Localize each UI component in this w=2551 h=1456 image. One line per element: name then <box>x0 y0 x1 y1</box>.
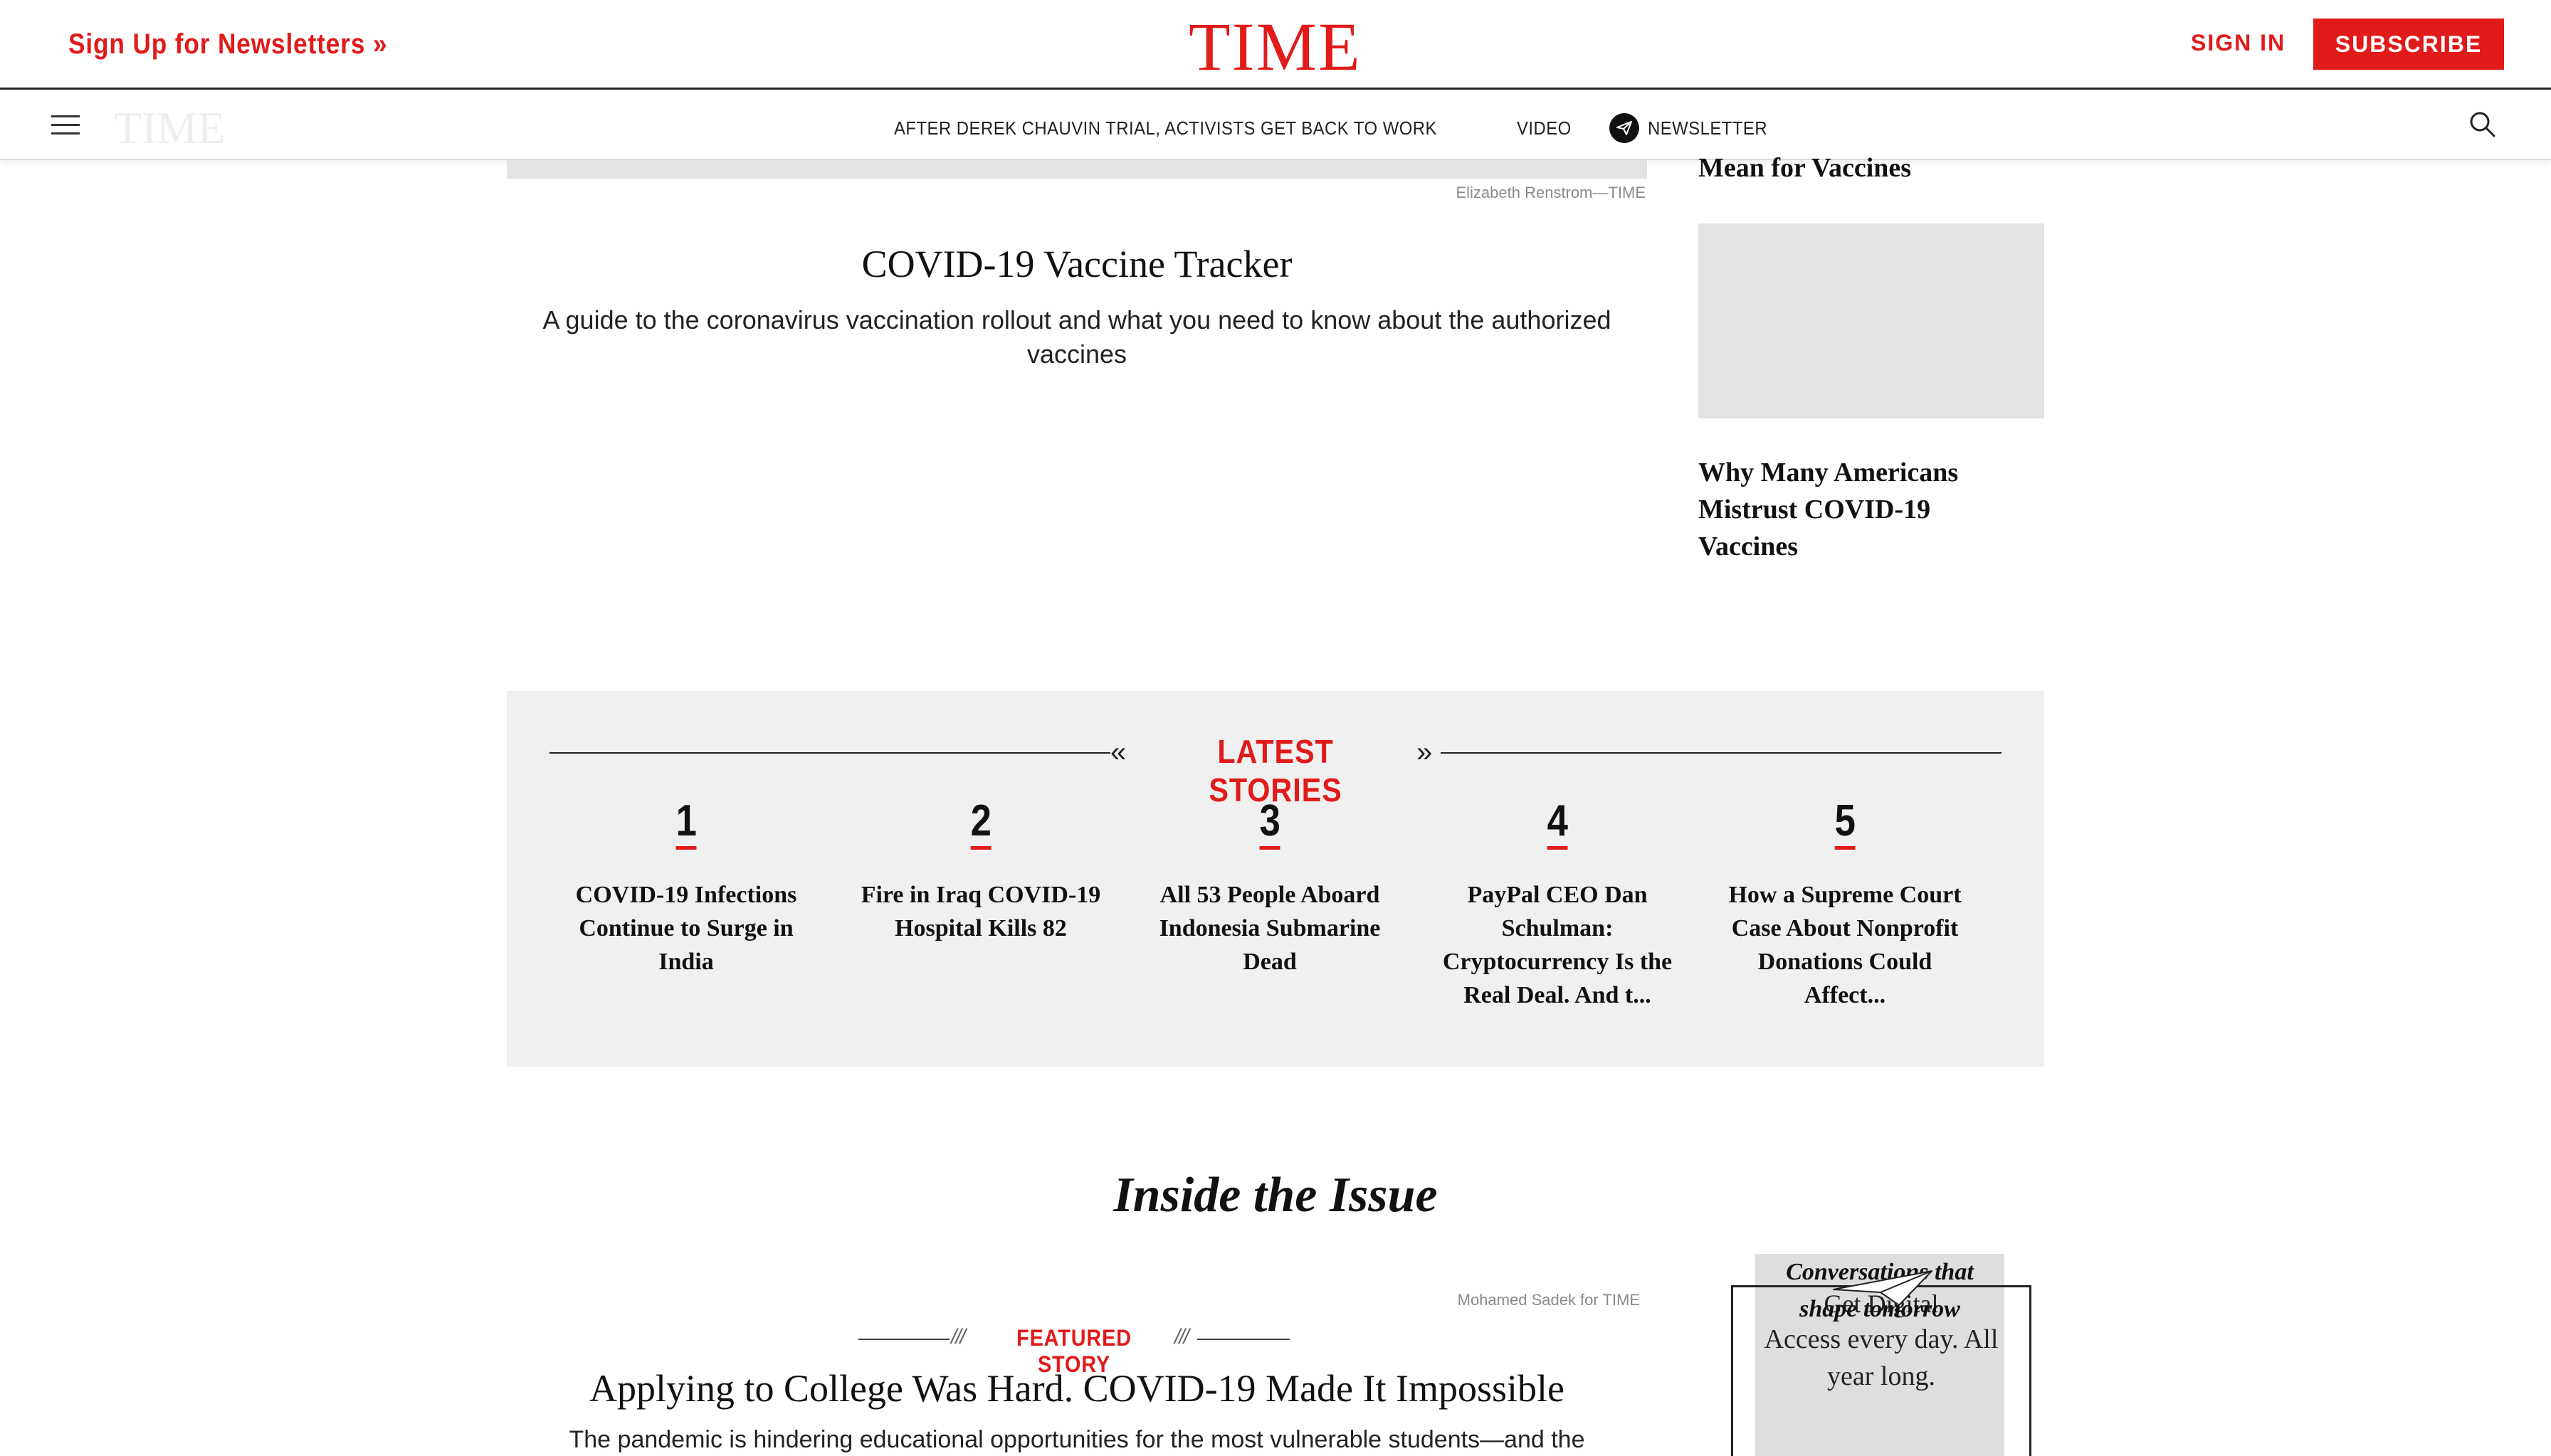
story-headline[interactable]: All 53 People Aboard Indonesia Submarine… <box>1142 878 1398 978</box>
story-number: 5 <box>1834 799 1856 850</box>
latest-story-item[interactable]: 4 PayPal CEO Dan Schulman: Cryptocurrenc… <box>1429 799 1685 1012</box>
divider-line <box>1441 752 2002 754</box>
featured-story-description: The pandemic is hindering educational op… <box>569 1426 1585 1453</box>
nav-links: AFTER DEREK CHAUVIN TRIAL, ACTIVISTS GET… <box>894 113 1810 143</box>
image-credit: Elizabeth Renstrom—TIME <box>1456 184 1646 201</box>
chevron-right-icon: » <box>1416 737 1433 768</box>
story-headline[interactable]: How a Supreme Court Case About Nonprofit… <box>1717 878 1973 1012</box>
featured-story-headline[interactable]: Applying to College Was Hard. COVID-19 M… <box>507 1366 1647 1410</box>
story-number: 3 <box>1259 799 1280 850</box>
tracker-image[interactable] <box>507 160 1647 179</box>
tracker-title[interactable]: COVID-19 Vaccine Tracker <box>507 242 1647 286</box>
latest-story-item[interactable]: 1 COVID-19 Infections Continue to Surge … <box>558 799 814 978</box>
subscribe-button[interactable]: SUBSCRIBE <box>2313 19 2504 70</box>
divider-line <box>549 752 1110 754</box>
promo-text: Access every day. All year long. <box>1764 1324 1999 1391</box>
story-number: 1 <box>675 799 697 850</box>
featured-image-credit: Mohamed Sadek for TIME <box>1457 1291 1640 1309</box>
story-headline[interactable]: PayPal CEO Dan Schulman: Cryptocurrency … <box>1429 878 1685 1012</box>
nav-item-chauvin[interactable]: AFTER DEREK CHAUVIN TRIAL, ACTIVISTS GET… <box>894 117 1437 139</box>
tracker-description: A guide to the coronavirus vaccination r… <box>542 305 1611 369</box>
divider-line <box>1197 1339 1290 1340</box>
paper-plane-icon <box>1831 1268 1935 1308</box>
nav-item-newsletter[interactable]: NEWSLETTER <box>1648 117 1767 139</box>
story-number: 2 <box>970 799 992 850</box>
paper-plane-icon[interactable] <box>1609 113 1639 143</box>
story-headline[interactable]: COVID-19 Infections Continue to Surge in… <box>558 878 814 978</box>
latest-stories-panel: « LATEST STORIES » 1 COVID-19 Infections… <box>507 691 2044 1067</box>
slash-decoration: /// <box>951 1325 966 1349</box>
latest-story-item[interactable]: 2 Fire in Iraq COVID-19 Hospital Kills 8… <box>853 799 1109 945</box>
story-number: 4 <box>1547 799 1568 850</box>
top-header: Sign Up for Newsletters » TIME SIGN IN S… <box>0 0 2551 90</box>
sidebar-image[interactable] <box>1698 223 2044 418</box>
newsletter-signup-link[interactable]: Sign Up for Newsletters » <box>68 28 387 60</box>
nav-item-video[interactable]: VIDEO <box>1517 117 1572 139</box>
latest-story-item[interactable]: 5 How a Supreme Court Case About Nonprof… <box>1717 799 1973 1012</box>
sidebar-headline[interactable]: Why Many Americans Mistrust COVID-19 Vac… <box>1698 454 1997 565</box>
chevron-left-icon: « <box>1110 737 1127 768</box>
slash-decoration: /// <box>1174 1325 1189 1349</box>
sidebar-headline-partial[interactable]: Mean for Vaccines <box>1698 149 2044 186</box>
featured-story-label-row: /// FEATURED STORY /// <box>858 1325 1290 1377</box>
nav-logo[interactable]: TIME <box>114 102 225 154</box>
divider-line <box>858 1339 950 1340</box>
inside-issue-title: Inside the Issue <box>1113 1168 1438 1223</box>
latest-story-item[interactable]: 3 All 53 People Aboard Indonesia Submari… <box>1142 799 1398 978</box>
nav-bar: TIME AFTER DEREK CHAUVIN TRIAL, ACTIVIST… <box>0 92 2551 160</box>
sign-in-link[interactable]: SIGN IN <box>2191 30 2286 56</box>
search-icon[interactable] <box>2467 109 2498 140</box>
story-headline[interactable]: Fire in Iraq COVID-19 Hospital Kills 82 <box>853 878 1109 945</box>
time-logo[interactable]: TIME <box>1189 7 1362 86</box>
menu-icon[interactable] <box>51 115 80 137</box>
